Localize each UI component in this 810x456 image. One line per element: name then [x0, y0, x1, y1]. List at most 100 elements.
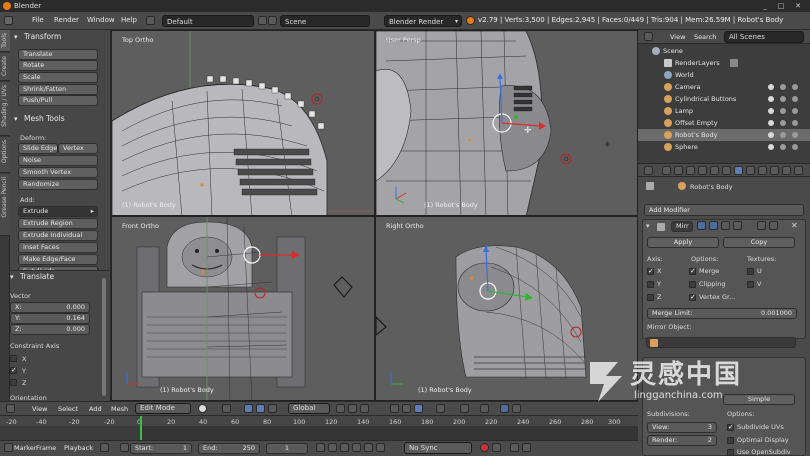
manipulator-scale-icon[interactable]	[268, 404, 277, 413]
pin-icon[interactable]	[646, 182, 654, 190]
scene-dropdown[interactable]: Scene	[280, 15, 370, 27]
play-reverse-icon[interactable]	[340, 443, 349, 452]
record-icon[interactable]	[480, 443, 489, 452]
editor-type-icon[interactable]	[644, 166, 653, 175]
optimal-display-checkbox[interactable]	[727, 437, 734, 444]
proportional-edit-icon[interactable]	[436, 404, 445, 413]
editor-type-icon[interactable]	[644, 32, 653, 41]
constraint-y-checkbox[interactable]	[10, 366, 17, 374]
transform-panel-header[interactable]: Transform	[10, 31, 110, 43]
subdivide-uvs-checkbox[interactable]	[727, 423, 734, 431]
randomize-button[interactable]: Randomize	[18, 179, 98, 190]
particles-tab-icon[interactable]	[782, 166, 791, 175]
transform-orientation-dropdown[interactable]: Global	[288, 403, 330, 414]
clipping-checkbox[interactable]	[689, 281, 696, 288]
tab-grease-pencil[interactable]: Grease Pencil	[0, 174, 10, 236]
opengl-render-icon[interactable]	[512, 404, 521, 413]
vertex-select-icon[interactable]	[390, 404, 399, 413]
axis-z-checkbox[interactable]	[647, 294, 654, 301]
merge-limit-field[interactable]: Merge Limit: 0.001000	[647, 308, 797, 319]
collapse-arrow-icon[interactable]: ▾	[646, 222, 650, 230]
manipulator-rotate-icon[interactable]	[256, 404, 265, 413]
object-tab-icon[interactable]	[710, 166, 719, 175]
outliner-filter-dropdown[interactable]: All Scenes	[724, 31, 804, 43]
shrink-fatten-button[interactable]: Shrink/Fatten	[18, 84, 98, 95]
jump-keyframe-back-icon[interactable]	[328, 443, 337, 452]
eye-icon[interactable]	[768, 108, 774, 114]
select-arrow-icon[interactable]	[780, 84, 786, 90]
add-screen-button[interactable]	[258, 16, 267, 25]
close-button[interactable]: ✕	[793, 2, 803, 10]
vertex-button[interactable]: Vertex	[58, 143, 98, 154]
outliner-item-camera[interactable]: Camera	[638, 81, 810, 93]
inset-faces-button[interactable]: Inset Faces	[18, 242, 98, 253]
sync-mode-dropdown[interactable]: No Sync	[404, 442, 472, 454]
render-tab-icon[interactable]	[662, 166, 671, 175]
select-arrow-icon[interactable]	[780, 108, 786, 114]
screen-layout-dropdown[interactable]: Default	[162, 15, 254, 27]
editor-type-icon[interactable]	[6, 404, 15, 413]
jump-start-icon[interactable]	[316, 443, 325, 452]
menu-view[interactable]: View	[32, 405, 47, 413]
select-arrow-icon[interactable]	[780, 96, 786, 102]
extrude-individual-button[interactable]: Extrude Individual	[18, 230, 98, 241]
make-edge-face-button[interactable]: Make Edge/Face	[18, 254, 98, 265]
outliner-item-cylindrical-buttons[interactable]: Cylindrical Buttons	[638, 93, 810, 105]
eye-icon[interactable]	[768, 144, 774, 150]
minimize-button[interactable]: _	[760, 2, 770, 10]
play-icon[interactable]	[352, 443, 361, 452]
constraint-x-checkbox[interactable]	[10, 355, 17, 362]
constraints-tab-icon[interactable]	[722, 166, 731, 175]
select-arrow-icon[interactable]	[780, 132, 786, 138]
screen-layout-icon[interactable]	[146, 16, 155, 25]
show-on-cage-icon[interactable]	[709, 221, 718, 230]
show-in-editmode-icon[interactable]	[697, 221, 706, 230]
menu-file[interactable]: File	[32, 16, 44, 24]
insert-keyframe-icon[interactable]	[510, 443, 519, 452]
apply-button[interactable]: Apply	[647, 237, 719, 248]
editor-type-icon[interactable]	[4, 443, 13, 452]
end-frame-field[interactable]: End: 250	[198, 443, 260, 454]
layer-icon[interactable]	[336, 404, 345, 413]
render-layers-tab-icon[interactable]	[674, 166, 683, 175]
mode-dropdown[interactable]: Edit Mode	[135, 403, 191, 414]
delete-keyframe-icon[interactable]	[522, 443, 531, 452]
keying-set-icon[interactable]	[492, 443, 501, 452]
camera-render-icon[interactable]	[792, 108, 798, 114]
keying-icon[interactable]	[100, 443, 109, 452]
current-frame-field[interactable]: 1	[266, 443, 308, 454]
select-arrow-icon[interactable]	[780, 144, 786, 150]
camera-render-icon[interactable]	[792, 132, 798, 138]
tab-tools[interactable]: Tools	[0, 30, 10, 52]
outliner-item-renderlayers[interactable]: RenderLayers	[638, 57, 810, 69]
viewport-top-ortho[interactable]: Top Ortho (1) Robot's Body	[111, 30, 375, 216]
copy-button[interactable]: Copy	[723, 237, 795, 248]
show-render-icon[interactable]	[733, 221, 742, 230]
show-viewport-icon[interactable]	[721, 221, 730, 230]
vector-z-field[interactable]: Z: 0.000	[10, 324, 90, 335]
modifiers-tab-icon[interactable]	[734, 166, 743, 175]
close-icon[interactable]: ✕	[791, 221, 798, 230]
rotate-button[interactable]: Rotate	[18, 60, 98, 71]
camera-render-icon[interactable]	[792, 84, 798, 90]
menu-mesh[interactable]: Mesh	[111, 405, 128, 413]
outliner-item-scene[interactable]: Scene	[638, 45, 810, 57]
face-select-icon[interactable]	[414, 404, 423, 413]
menu-render[interactable]: Render	[54, 16, 79, 24]
data-tab-icon[interactable]	[746, 166, 755, 175]
maximize-button[interactable]: □	[776, 2, 786, 10]
translate-panel-header[interactable]: Translate	[10, 271, 106, 283]
mesh-tools-panel-header[interactable]: Mesh Tools	[10, 113, 110, 125]
eye-icon[interactable]	[768, 84, 774, 90]
preview-range-icon[interactable]	[120, 443, 129, 452]
vector-y-field[interactable]: Y: 0.164	[10, 313, 90, 324]
vector-x-field[interactable]: X: 0.000	[10, 302, 90, 313]
camera-render-icon[interactable]	[792, 144, 798, 150]
texture-u-checkbox[interactable]	[747, 268, 754, 275]
texture-tab-icon[interactable]	[770, 166, 779, 175]
vertex-groups-checkbox[interactable]	[689, 293, 696, 301]
eye-icon[interactable]	[768, 96, 774, 102]
material-tab-icon[interactable]	[758, 166, 767, 175]
outliner-menu-search[interactable]: Search	[694, 33, 716, 41]
move-down-icon[interactable]	[769, 221, 778, 230]
